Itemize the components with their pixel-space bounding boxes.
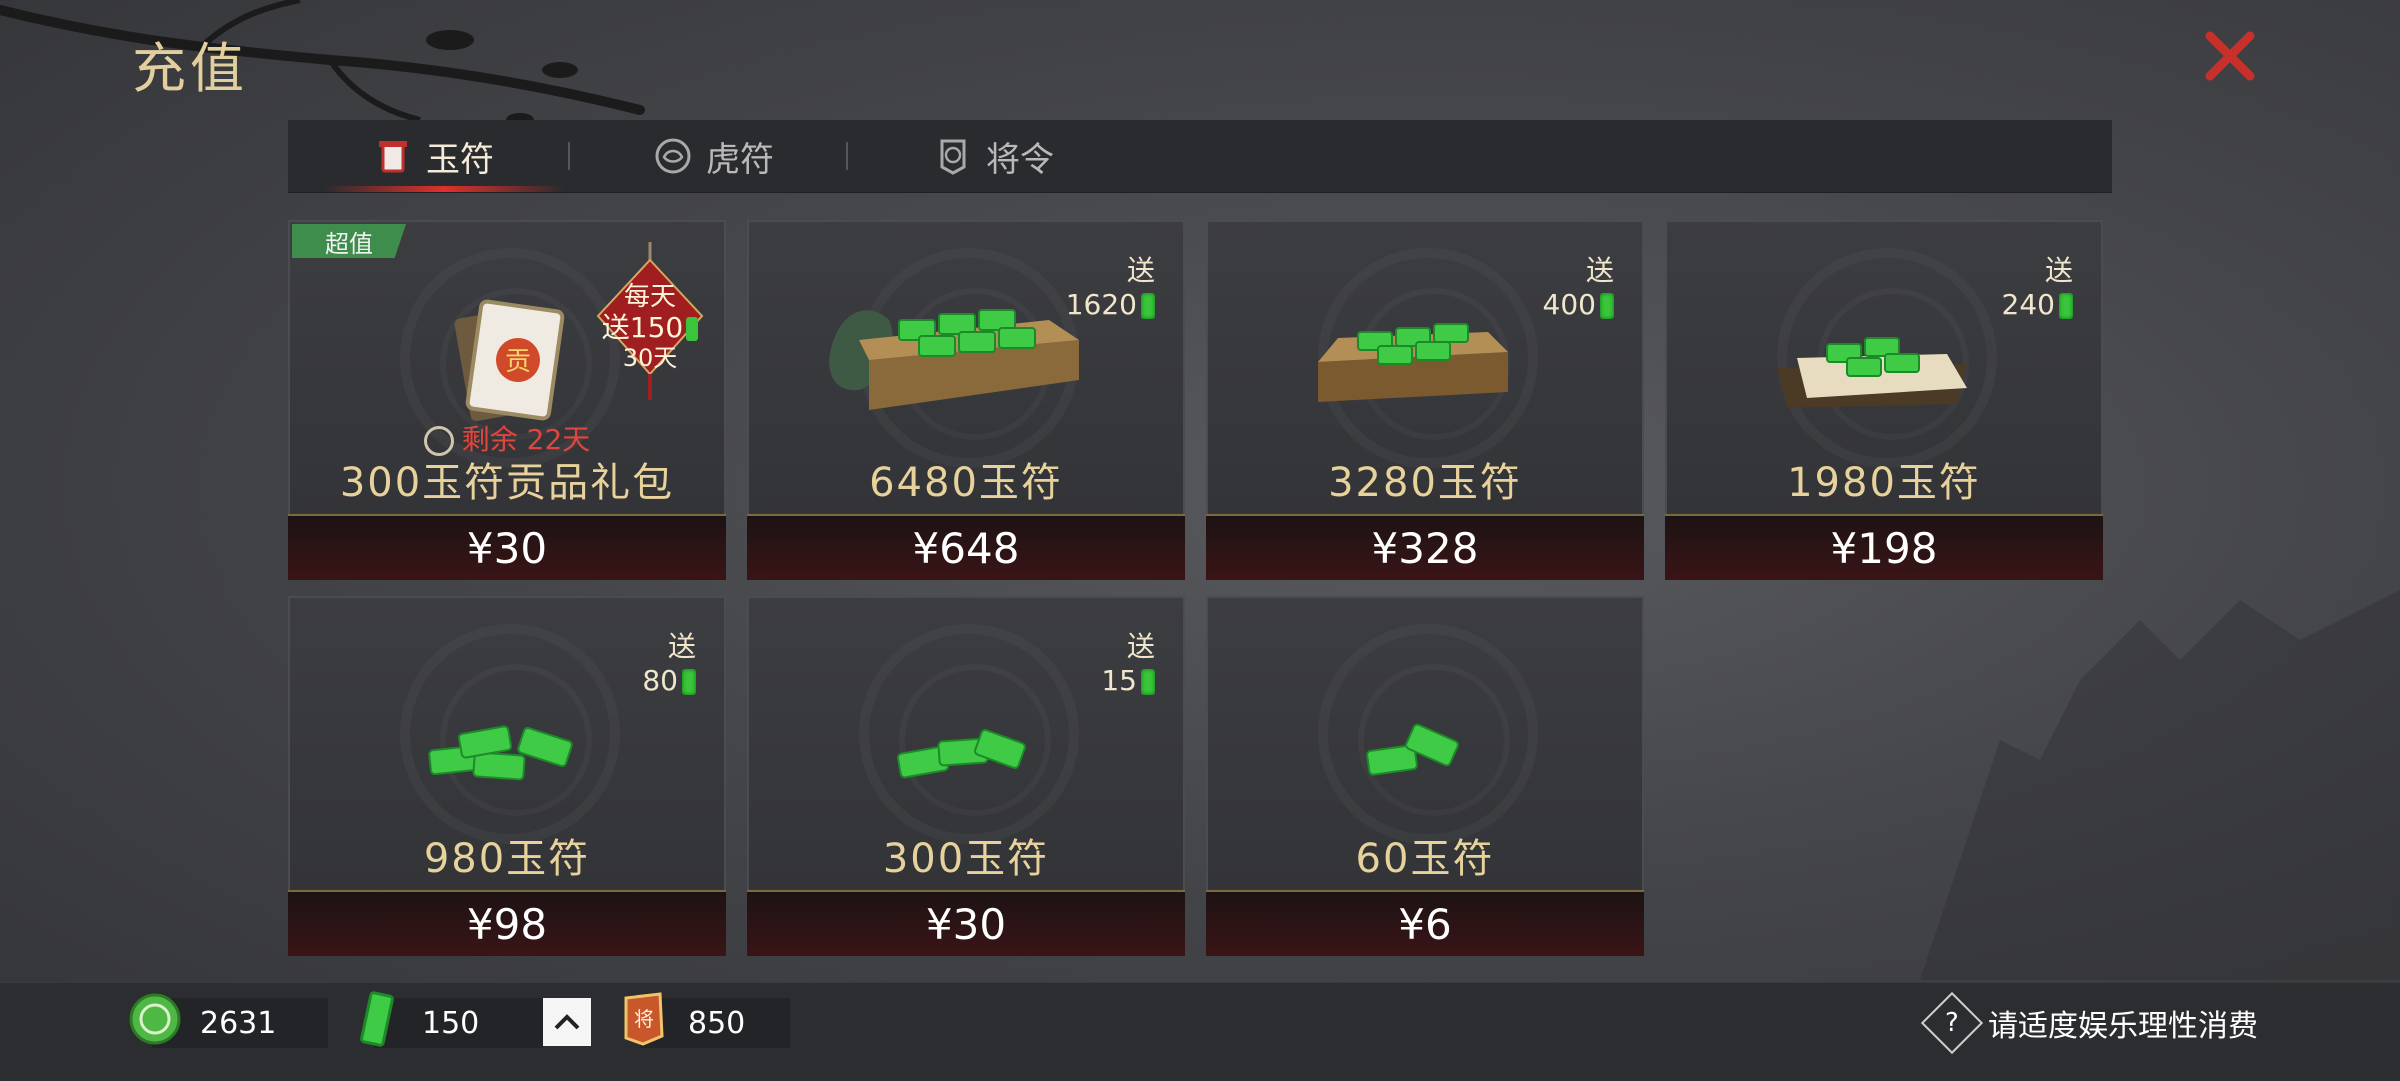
jade-mini-icon (1600, 293, 1614, 319)
price-button[interactable]: ¥198 (1665, 514, 2103, 580)
currency-value: 2631 (200, 1005, 277, 1041)
bonus-amount: 1620 (1066, 288, 1155, 322)
bonus-label: 送 (1126, 630, 1155, 663)
bonus-amount: 15 (1101, 664, 1155, 698)
svg-text:贡: 贡 (505, 347, 531, 377)
jade-few-icon (1366, 723, 1459, 776)
svg-text:将: 将 (634, 1007, 654, 1031)
daily-duration: 30天 (622, 344, 678, 372)
tab-divider (846, 142, 848, 170)
chevron-up-icon (554, 1014, 580, 1030)
expand-currency-button[interactable] (543, 998, 591, 1046)
tiger-token-icon (655, 138, 691, 174)
warrior-silhouette-decoration (1920, 590, 2400, 980)
currency-jade-token: 150 (360, 991, 544, 1048)
product-card-60[interactable]: 60玉符 ¥6 (1206, 596, 1644, 956)
currency-value: 850 (688, 1005, 746, 1041)
product-name: 980玉符 (423, 836, 591, 882)
product-card-3280[interactable]: 送 400 3280玉符 ¥328 (1206, 220, 1644, 580)
tab-bar: 玉符 虎符 将令 (288, 120, 2112, 193)
jade-pile-small-icon (896, 729, 1026, 779)
tab-label: 玉符 (426, 139, 494, 180)
product-name: 300玉符贡品礼包 (339, 460, 675, 506)
jade-tray-large-icon (829, 309, 1079, 410)
daily-bonus-tag: 每天 送150 30天 (590, 242, 710, 402)
product-card-gift-pack[interactable]: 超值 贡 每天 送150 30天 剩余 22天 300玉符贡品礼包 ¥30 (288, 220, 726, 580)
green-coin-icon (129, 993, 181, 1045)
price-button[interactable]: ¥30 (747, 890, 1185, 956)
moderation-notice: ? 请适度娱乐理性消费 (1920, 991, 2258, 1055)
product-card-1980[interactable]: 送 240 1980玉符 ¥198 (1665, 220, 2103, 580)
currency-green-coin: 2631 (129, 993, 328, 1048)
product-card-300[interactable]: 送 15 300玉符 ¥30 (747, 596, 1185, 956)
bonus-amount: 80 (642, 664, 696, 698)
price-button[interactable]: ¥328 (1206, 514, 1644, 580)
close-icon[interactable] (2200, 26, 2260, 86)
bonus-label: 送 (1585, 254, 1614, 287)
bonus-info: 送 400 (1543, 254, 1614, 322)
price-button[interactable]: ¥98 (288, 890, 726, 956)
jade-mini-icon (1141, 293, 1155, 319)
general-order-icon (940, 139, 966, 175)
jade-token-icon (379, 141, 407, 173)
product-name: 6480玉符 (869, 460, 1063, 506)
currency-bar: 2631 150 将 850 ? 请适度娱乐理性消费 (0, 982, 2400, 1081)
jade-mini-icon (682, 669, 696, 695)
question-icon[interactable]: ? (1920, 991, 1984, 1055)
product-name: 60玉符 (1355, 836, 1495, 882)
tab-jade-token[interactable]: 玉符 (374, 120, 494, 192)
jade-mini-icon (1141, 669, 1155, 695)
bonus-label: 送 (667, 630, 696, 663)
product-card-6480[interactable]: 送 1620 6480玉符 ¥648 (747, 220, 1185, 580)
product-name: 300玉符 (882, 836, 1050, 882)
tab-tiger-token[interactable]: 虎符 (654, 120, 774, 192)
bonus-info: 送 80 (642, 630, 696, 698)
jade-mini-icon (2059, 293, 2073, 319)
bonus-info: 送 1620 (1066, 254, 1155, 322)
bonus-amount: 240 (2002, 288, 2073, 322)
jade-tray-medium-icon (1318, 323, 1508, 402)
currency-value: 150 (422, 1005, 480, 1041)
product-name: 3280玉符 (1328, 460, 1522, 506)
bonus-label: 送 (2044, 254, 2073, 287)
page-title: 充值 (132, 37, 248, 100)
notice-text: 请适度娱乐理性消费 (1988, 1009, 2258, 1044)
tab-divider (568, 142, 570, 170)
product-name: 1980玉符 (1787, 460, 1981, 506)
price-button[interactable]: ¥648 (747, 514, 1185, 580)
jade-pile-icon (428, 725, 573, 781)
tab-label: 虎符 (706, 139, 774, 180)
price-button[interactable]: ¥30 (288, 514, 726, 580)
tab-label: 将令 (986, 139, 1054, 180)
product-card-980[interactable]: 送 80 980玉符 ¥98 (288, 596, 726, 956)
super-value-badge: 超值 (292, 224, 406, 258)
bonus-amount: 400 (1543, 288, 1614, 322)
currency-general-order: 将 850 (624, 992, 790, 1048)
price-button[interactable]: ¥6 (1206, 890, 1644, 956)
tribute-gift-pack-icon: 贡 (454, 299, 565, 422)
bonus-info: 送 240 (2002, 254, 2073, 322)
jade-tray-small-icon (1777, 337, 1967, 408)
bonus-info: 送 15 (1101, 630, 1155, 698)
bonus-label: 送 (1126, 254, 1155, 287)
general-order-currency-icon: 将 (624, 992, 664, 1046)
jade-token-currency-icon (360, 991, 394, 1047)
tab-general-order[interactable]: 将令 (934, 120, 1054, 192)
